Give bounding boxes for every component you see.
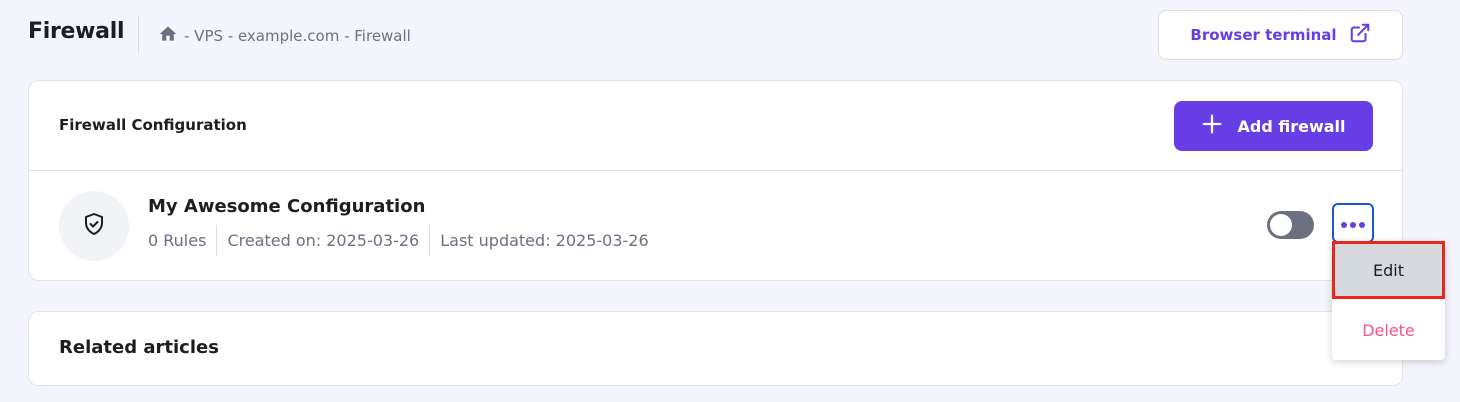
toggle-knob (1270, 214, 1292, 236)
related-articles-title: Related articles (59, 337, 219, 358)
config-row: My Awesome Configuration 0 Rules Created… (29, 171, 1402, 281)
shield-icon (82, 212, 106, 240)
breadcrumb-path[interactable]: - VPS - example.com - Firewall (184, 27, 411, 45)
options-menu: Edit Delete (1332, 241, 1445, 360)
external-link-icon (1349, 22, 1371, 48)
page-title: Firewall (28, 19, 125, 44)
add-firewall-label: Add firewall (1237, 116, 1346, 136)
more-options-button[interactable] (1332, 203, 1374, 243)
plus-icon (1201, 113, 1223, 139)
shield-badge (59, 191, 129, 261)
card-title: Firewall Configuration (59, 116, 247, 134)
more-horizontal-icon (1340, 214, 1366, 233)
add-firewall-button[interactable]: Add firewall (1174, 101, 1373, 151)
page-header: Firewall - VPS - example.com - Firewall … (0, 0, 1460, 70)
firewall-configuration-card: Firewall Configuration Add firewall My A… (28, 80, 1403, 281)
home-icon[interactable] (158, 24, 184, 48)
browser-terminal-label: Browser terminal (1190, 26, 1337, 44)
browser-terminal-button[interactable]: Browser terminal (1158, 10, 1403, 60)
created-date: Created on: 2025-03-26 (216, 225, 429, 256)
rules-count: 0 Rules (148, 231, 207, 250)
related-articles-card: Related articles (28, 311, 1403, 386)
card-header: Firewall Configuration Add firewall (29, 81, 1402, 171)
menu-item-edit[interactable]: Edit (1332, 241, 1445, 299)
enable-toggle[interactable] (1267, 211, 1314, 239)
updated-date: Last updated: 2025-03-26 (429, 225, 658, 256)
title-divider (138, 16, 139, 54)
breadcrumb: - VPS - example.com - Firewall (158, 24, 411, 48)
config-meta: 0 Rules Created on: 2025-03-26 Last upda… (148, 225, 659, 256)
config-name: My Awesome Configuration (148, 196, 426, 217)
menu-item-delete[interactable]: Delete (1332, 301, 1445, 359)
